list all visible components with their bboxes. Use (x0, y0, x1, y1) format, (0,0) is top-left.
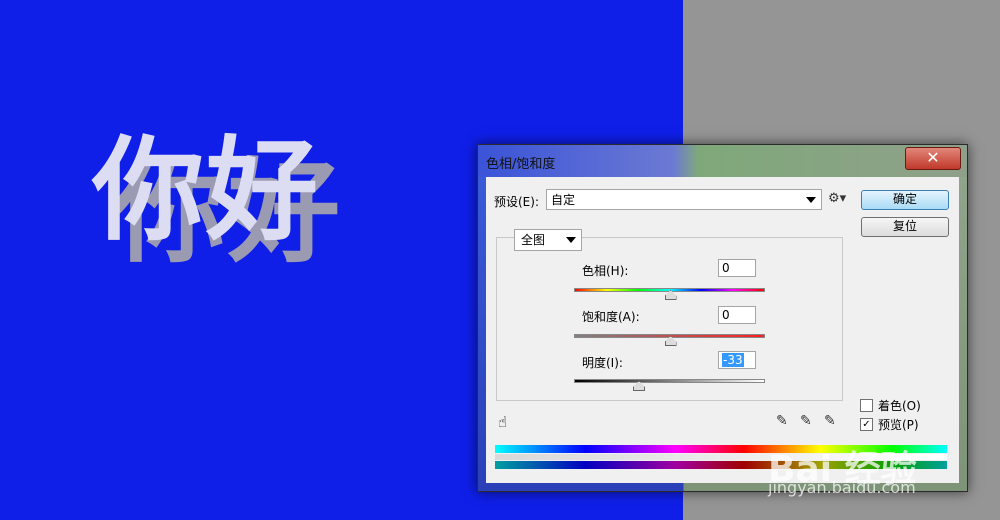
lightness-track[interactable] (574, 379, 765, 383)
hue-input[interactable]: 0 (718, 259, 756, 277)
close-icon: ✕ (926, 148, 940, 167)
colorize-checkbox[interactable] (860, 399, 873, 412)
saturation-label: 饱和度(A): (582, 310, 640, 324)
adjustment-group (496, 237, 843, 401)
check-icon: ✓ (862, 419, 871, 430)
gear-icon[interactable]: ⚙▾ (828, 191, 846, 206)
hue-value: 0 (722, 261, 730, 275)
channel-value: 全图 (521, 233, 546, 247)
dialog-title: 色相/饱和度 (486, 157, 556, 172)
reset-button[interactable]: 复位 (861, 217, 949, 237)
canvas-text: 你好 (92, 126, 320, 256)
chevron-down-icon (806, 197, 816, 203)
preset-label: 预设(E): (494, 195, 539, 209)
title-bar[interactable]: 色相/饱和度 ✕ (478, 145, 967, 177)
lightness-label: 明度(I): (582, 356, 623, 370)
eyedropper-icon[interactable]: ✎ (776, 413, 788, 429)
saturation-value: 0 (722, 308, 730, 322)
preview-checkbox[interactable]: ✓ (860, 418, 873, 431)
eyedropper-plus-icon[interactable]: ✎ (800, 413, 812, 429)
preview-label: 预览(P) (878, 418, 919, 432)
chevron-down-icon (566, 237, 576, 243)
lightness-input[interactable]: -33 (718, 351, 756, 369)
ok-button[interactable]: 确定 (861, 190, 949, 210)
close-button[interactable]: ✕ (905, 147, 961, 170)
hue-label: 色相(H): (582, 264, 629, 278)
preset-select[interactable]: 自定 (546, 189, 822, 210)
preset-value: 自定 (551, 193, 576, 207)
saturation-input[interactable]: 0 (718, 306, 756, 324)
colorize-label: 着色(O) (878, 399, 921, 413)
target-adjust-hand-icon[interactable]: ☝ (498, 413, 507, 431)
eyedropper-minus-icon[interactable]: ✎ (824, 413, 836, 429)
frame-right (959, 177, 967, 491)
lightness-value: -33 (722, 353, 744, 367)
frame-left (478, 177, 486, 491)
watermark-url: jingyan.baidu.com (768, 478, 916, 497)
channel-select[interactable]: 全图 (514, 229, 582, 251)
